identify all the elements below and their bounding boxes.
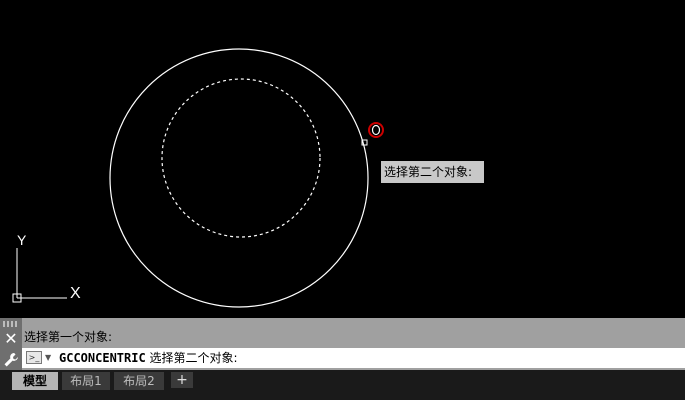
inner-circle-dashed[interactable] [161, 78, 321, 238]
drawing-svg: Y X [12, 48, 384, 308]
command-input[interactable]: >_ ▼ GCCONCENTRIC 选择第二个对象: [22, 348, 685, 368]
command-prompt-icon[interactable]: >_ [26, 351, 42, 364]
snap-marker-icon [368, 122, 384, 138]
close-icon[interactable]: ✕ [0, 330, 22, 348]
outer-circle[interactable] [109, 48, 369, 308]
ucs-x-label: X [70, 285, 81, 302]
command-text: GCCONCENTRIC 选择第二个对象: [59, 349, 238, 367]
add-tab-button[interactable]: + [171, 372, 193, 388]
command-prompt-text: 选择第二个对象: [149, 351, 238, 365]
layout-tab-bar: 模型 布局1 布局2 + [0, 370, 685, 400]
dynamic-input-tooltip: 选择第二个对象: [381, 161, 484, 183]
command-panel-side: ✕ [0, 318, 22, 370]
chevron-down-icon[interactable]: ▼ [45, 351, 51, 365]
command-name: GCCONCENTRIC [59, 351, 146, 365]
tab-layout2[interactable]: 布局2 [114, 372, 164, 390]
drawing-canvas[interactable]: Y X 选择第二个对象: [0, 0, 685, 318]
command-line-panel: ✕ 选择第一个对象: >_ ▼ GCCONCENTRIC 选择第二个对象: [0, 318, 685, 370]
command-history-line: 选择第一个对象: [24, 330, 113, 344]
ucs-icon: Y X [12, 232, 81, 303]
tab-layout1[interactable]: 布局1 [62, 372, 110, 390]
tab-model[interactable]: 模型 [12, 372, 58, 390]
grip-handle-icon[interactable] [3, 321, 19, 327]
wrench-icon[interactable] [3, 352, 19, 368]
ucs-y-label: Y [17, 232, 27, 248]
